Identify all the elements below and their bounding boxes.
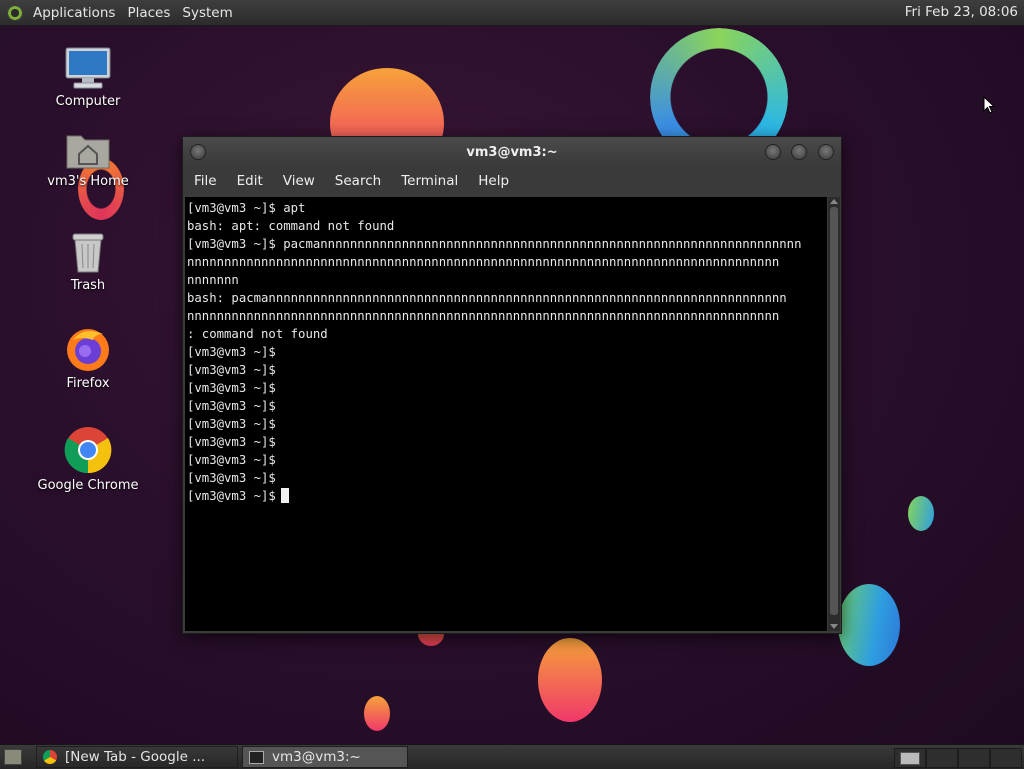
- desktop-icon-label: Trash: [70, 278, 106, 293]
- computer-icon: [64, 46, 112, 90]
- chrome-icon: [43, 750, 57, 764]
- desktop-icon-trash[interactable]: Trash: [33, 230, 143, 293]
- terminal-icon: [249, 750, 264, 764]
- desktop-icon-computer[interactable]: Computer: [33, 46, 143, 109]
- scroll-up-icon[interactable]: [830, 199, 838, 204]
- workspace-3[interactable]: [958, 748, 990, 768]
- desktop-icon-firefox[interactable]: Firefox: [33, 326, 143, 391]
- terminal-line: bash: pacmannnnnnnnnnnnnnnnnnnnnnnnnnnnn…: [187, 291, 787, 305]
- system-menu[interactable]: System: [182, 5, 232, 21]
- terminal-line: bash: apt: command not found: [187, 219, 395, 233]
- places-menu[interactable]: Places: [127, 5, 170, 21]
- terminal-line: [vm3@vm3 ~]$: [187, 345, 276, 359]
- minimize-button[interactable]: [765, 144, 781, 160]
- terminal-line: [vm3@vm3 ~]$ pacmannnnnnnnnnnnnnnnnnnnnn…: [187, 237, 802, 251]
- wallpaper-small-blue-blob: [908, 496, 934, 531]
- terminal-line: [vm3@vm3 ~]$: [187, 471, 276, 485]
- bottom-panel: [New Tab - Google ... vm3@vm3:~: [0, 744, 1024, 769]
- home-folder-icon: [65, 130, 111, 170]
- menu-view[interactable]: View: [283, 173, 315, 189]
- terminal-menubar: File Edit View Search Terminal Help: [183, 167, 841, 195]
- terminal-line: [vm3@vm3 ~]$: [187, 363, 276, 377]
- desktop-icon-label: Computer: [55, 94, 121, 109]
- wallpaper-orange-oval: [538, 638, 602, 722]
- terminal-window[interactable]: vm3@vm3:~ File Edit View Search Terminal…: [182, 136, 842, 634]
- clock[interactable]: Fri Feb 23, 08:06: [905, 4, 1018, 20]
- desktop-icon-label: Google Chrome: [37, 478, 139, 493]
- applications-menu[interactable]: Applications: [33, 5, 115, 21]
- taskbar-item-label: vm3@vm3:~: [272, 749, 361, 765]
- terminal-line: [vm3@vm3 ~]$: [187, 417, 276, 431]
- terminal-line: [vm3@vm3 ~]$: [187, 435, 276, 449]
- workspace-4[interactable]: [990, 748, 1022, 768]
- workspace-switcher[interactable]: [894, 748, 1022, 768]
- terminal-titlebar[interactable]: vm3@vm3:~: [183, 137, 841, 167]
- menu-terminal[interactable]: Terminal: [401, 173, 458, 189]
- mouse-pointer-icon: [983, 95, 996, 118]
- top-panel: Applications Places System Fri Feb 23, 0…: [0, 0, 1024, 26]
- terminal-line: nnnnnnn: [187, 273, 239, 287]
- trash-icon: [69, 230, 107, 274]
- terminal-scrollbar[interactable]: [828, 197, 840, 631]
- workspace-2[interactable]: [926, 748, 958, 768]
- menu-search[interactable]: Search: [335, 173, 381, 189]
- show-desktop-icon[interactable]: [4, 749, 22, 765]
- menu-help[interactable]: Help: [478, 173, 509, 189]
- terminal-prompt: [vm3@vm3 ~]$: [187, 489, 276, 503]
- desktop-icon-google-chrome[interactable]: Google Chrome: [33, 426, 143, 493]
- terminal-line: [vm3@vm3 ~]$: [187, 381, 276, 395]
- desktop-icon-label: vm3's Home: [47, 174, 129, 189]
- terminal-line: [vm3@vm3 ~]$ apt: [187, 201, 306, 215]
- terminal-line: [vm3@vm3 ~]$: [187, 399, 276, 413]
- menu-edit[interactable]: Edit: [237, 173, 263, 189]
- scroll-down-icon[interactable]: [830, 624, 838, 629]
- wallpaper-blue-blob: [838, 584, 900, 666]
- terminal-output[interactable]: [vm3@vm3 ~]$ apt bash: apt: command not …: [185, 197, 827, 631]
- window-title: vm3@vm3:~: [466, 144, 558, 160]
- chrome-icon: [64, 426, 112, 474]
- text-cursor: [280, 488, 289, 503]
- terminal-line: nnnnnnnnnnnnnnnnnnnnnnnnnnnnnnnnnnnnnnnn…: [187, 255, 780, 269]
- distro-logo-icon[interactable]: [7, 4, 23, 21]
- firefox-icon: [65, 326, 111, 372]
- close-button[interactable]: [818, 144, 834, 160]
- menu-file[interactable]: File: [194, 173, 217, 189]
- terminal-prompt-line[interactable]: [vm3@vm3 ~]$: [187, 487, 827, 505]
- desktop-icon-home[interactable]: vm3's Home: [33, 130, 143, 189]
- taskbar-item-label: [New Tab - Google ...: [65, 749, 206, 765]
- taskbar-item-terminal[interactable]: vm3@vm3:~: [242, 746, 408, 768]
- terminal-line: : command not found: [187, 327, 328, 341]
- taskbar-item-chrome[interactable]: [New Tab - Google ...: [36, 746, 238, 768]
- maximize-button[interactable]: [791, 144, 807, 160]
- terminal-line: [vm3@vm3 ~]$: [187, 453, 276, 467]
- wallpaper-small-orange-oval: [364, 696, 390, 731]
- window-menu-icon[interactable]: [190, 144, 206, 160]
- desktop-icon-label: Firefox: [66, 376, 110, 391]
- terminal-line: nnnnnnnnnnnnnnnnnnnnnnnnnnnnnnnnnnnnnnnn…: [187, 309, 780, 323]
- workspace-1[interactable]: [894, 748, 926, 768]
- scroll-thumb[interactable]: [830, 207, 838, 615]
